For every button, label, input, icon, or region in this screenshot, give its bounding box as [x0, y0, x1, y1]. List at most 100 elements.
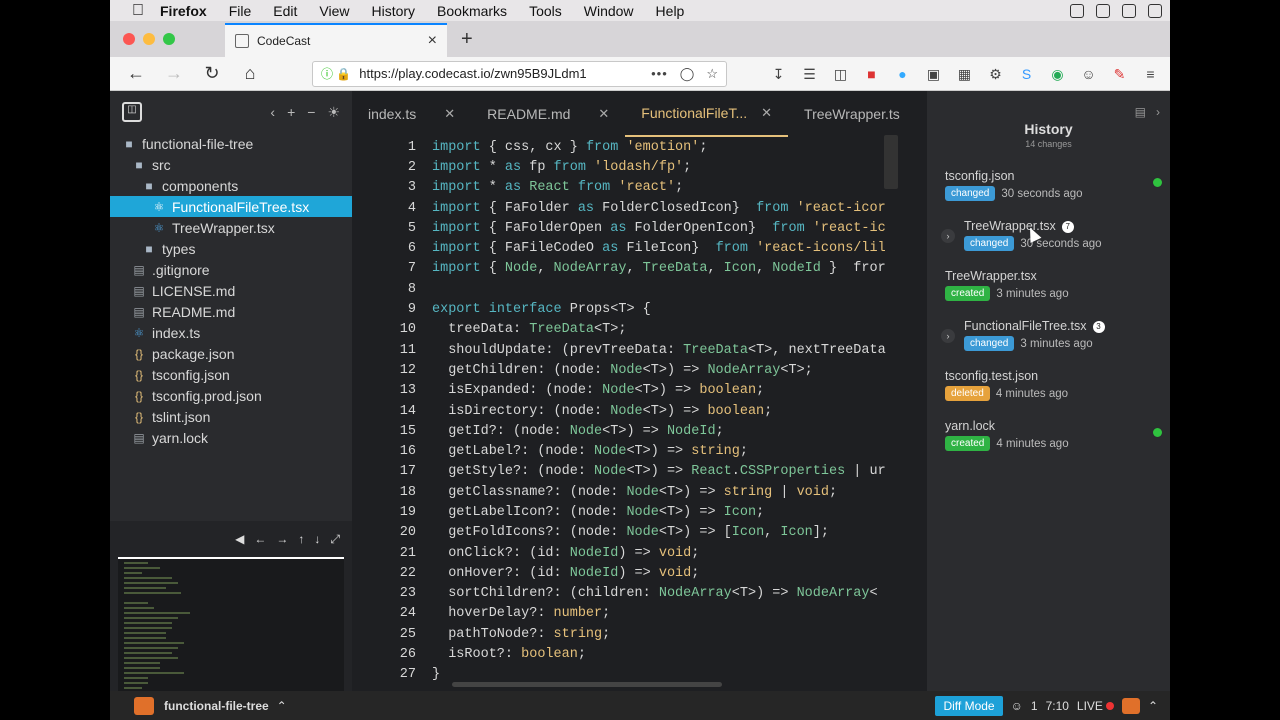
code-line[interactable]: 8	[352, 279, 900, 299]
code-line[interactable]: 21 onClick?: (id: NodeId) => void;	[352, 543, 900, 563]
hamburger-menu-icon[interactable]: ≡	[1141, 66, 1160, 82]
window-icon[interactable]	[1096, 3, 1110, 18]
menu-bookmarks[interactable]: Bookmarks	[437, 3, 507, 19]
theme-toggle-icon[interactable]: ☀	[327, 104, 340, 121]
code-line[interactable]: 12 getChildren: (node: Node<T>) => NodeA…	[352, 360, 900, 380]
home-icon[interactable]: ⌂	[238, 63, 262, 84]
page-actions-icon[interactable]: •••	[651, 66, 668, 81]
code-line[interactable]: 7 import { Node, NodeArray, TreeData, Ico…	[352, 259, 900, 279]
code-line[interactable]: 17 getStyle?: (node: Node<T>) => React.C…	[352, 462, 900, 482]
code-line[interactable]: 3 import * as React from 'react';	[352, 178, 900, 198]
collapse-icon[interactable]: ‹	[270, 104, 275, 121]
remove-file-icon[interactable]: −	[307, 104, 315, 121]
extension-blue-icon[interactable]: ●	[893, 66, 912, 82]
menu-edit[interactable]: Edit	[273, 3, 297, 19]
add-file-icon[interactable]: +	[287, 104, 295, 121]
expand-chevron-icon[interactable]: ›	[941, 229, 955, 243]
code-line[interactable]: 20 getFoldIcons?: (node: Node<T>) => [Ic…	[352, 523, 900, 543]
project-title[interactable]: functional-file-tree	[164, 699, 269, 713]
code-line[interactable]: 10 treeData: TreeData<T>;	[352, 320, 900, 340]
code-line[interactable]: 19 getLabelIcon?: (node: Node<T>) => Ico…	[352, 502, 900, 522]
file-tree-item[interactable]: ■ functional-file-tree	[110, 133, 352, 154]
record-icon[interactable]	[1070, 3, 1084, 18]
editor-tab-readme[interactable]: README.md ✕	[471, 91, 625, 137]
file-tree-item[interactable]: {} package.json	[110, 343, 352, 364]
chevron-right-icon[interactable]: ›	[1156, 105, 1160, 119]
file-tree-item[interactable]: ■ src	[110, 154, 352, 175]
close-tab-icon[interactable]: ✕	[444, 106, 455, 122]
pocket-icon[interactable]: ◯	[680, 66, 695, 82]
url-bar[interactable]: ⓘ 🔒 https://play.codecast.io/zwn95B9JLdm…	[312, 60, 727, 87]
back-icon[interactable]: ←	[124, 63, 148, 84]
vertical-scrollbar[interactable]	[884, 135, 898, 189]
horizontal-scrollbar[interactable]	[452, 682, 722, 687]
account-icon[interactable]: ☺	[1079, 66, 1098, 82]
arrow-left-icon[interactable]: ←	[254, 532, 266, 546]
code-line[interactable]: 15 getId?: (node: Node<T>) => NodeId;	[352, 421, 900, 441]
history-item[interactable]: › TreeWrapper.tsx 7 changed 30 seconds ago	[927, 201, 1170, 251]
code-line[interactable]: 16 getLabel?: (node: Node<T>) => string;	[352, 441, 900, 461]
menu-tools[interactable]: Tools	[529, 3, 562, 19]
minimize-window-icon[interactable]	[143, 33, 155, 45]
file-tree-item[interactable]: ▤ README.md	[110, 301, 352, 322]
forward-icon[interactable]: →	[162, 63, 186, 84]
code-line[interactable]: 1 import { css, cx } from 'emotion';	[352, 137, 900, 157]
code-line[interactable]: 24 hoverDelay?: number;	[352, 604, 900, 624]
apple-icon[interactable]: 	[130, 2, 146, 19]
close-tab-icon[interactable]: ✕	[598, 106, 609, 122]
reload-icon[interactable]: ↻	[200, 63, 224, 84]
code-line[interactable]: 25 pathToNode?: string;	[352, 624, 900, 644]
file-tree-item[interactable]: ■ types	[110, 238, 352, 259]
file-tree-item[interactable]: ⚛ index.ts	[110, 322, 352, 343]
video-preview-thumbnail[interactable]	[118, 557, 344, 694]
code-line[interactable]: 4 import { FaFolder as FolderClosedIcon} …	[352, 198, 900, 218]
new-tab-icon[interactable]: +	[461, 28, 473, 51]
extension-icon[interactable]	[1122, 3, 1136, 18]
code-line[interactable]: 14 isDirectory: (node: Node<T>) => boole…	[352, 401, 900, 421]
code-line[interactable]: 18 getClassname?: (node: Node<T>) => str…	[352, 482, 900, 502]
menu-file[interactable]: File	[229, 3, 252, 19]
code-line[interactable]: 13 isExpanded: (node: Node<T>) => boolea…	[352, 381, 900, 401]
mute-icon[interactable]: ◀	[235, 532, 244, 546]
code-line[interactable]: 26 isRoot?: boolean;	[352, 644, 900, 664]
menu-view[interactable]: View	[319, 3, 349, 19]
history-item[interactable]: › FunctionalFileTree.tsx 3 changed 3 minutes…	[927, 301, 1170, 351]
file-tree-item[interactable]: {} tsconfig.prod.json	[110, 385, 352, 406]
chevron-up-icon[interactable]: ⌃	[1148, 699, 1158, 713]
editor-tab-functionalfiletree[interactable]: FunctionalFileT... ✕	[625, 91, 789, 137]
bookmark-star-icon[interactable]: ☆	[706, 66, 718, 82]
editor-tab-index[interactable]: index.ts ✕	[352, 91, 471, 137]
file-tree-item[interactable]: ■ components	[110, 175, 352, 196]
code-line[interactable]: 6 import { FaFileCodeO as FileIcon} from …	[352, 238, 900, 258]
code-line[interactable]: 2 import * as fp from 'lodash/fp';	[352, 157, 900, 177]
close-tab-icon[interactable]: ✕	[761, 105, 772, 121]
history-item[interactable]: tsconfig.test.json deleted 4 minutes ago	[927, 351, 1170, 401]
extension-green-icon[interactable]: ◉	[1048, 66, 1067, 82]
code-line[interactable]: 5 import { FaFolderOpen as FolderOpenIcon…	[352, 218, 900, 238]
extension-grid-icon[interactable]: ▦	[955, 66, 974, 82]
expand-icon[interactable]: ⤢	[330, 532, 340, 547]
arrow-right-icon[interactable]: →	[276, 532, 288, 546]
download-icon[interactable]: ↧	[769, 66, 788, 82]
file-tree-item[interactable]: ▤ LICENSE.md	[110, 280, 352, 301]
extension-red-icon[interactable]: ✎	[1110, 66, 1129, 82]
extension-dark-icon[interactable]: ▣	[924, 66, 943, 82]
menu-help[interactable]: Help	[656, 3, 685, 19]
close-window-icon[interactable]	[123, 33, 135, 45]
file-tree-item[interactable]: ▤ yarn.lock	[110, 427, 352, 448]
code-line[interactable]: 23 sortChildren?: (children: NodeArray<T…	[352, 584, 900, 604]
screen-icon[interactable]	[1148, 3, 1162, 18]
code-line[interactable]: 22 onHover?: (id: NodeId) => void;	[352, 563, 900, 583]
menu-app-name[interactable]: Firefox	[160, 3, 207, 19]
arrow-down-icon[interactable]: ↓	[314, 532, 320, 546]
file-tree-item[interactable]: ⚛ TreeWrapper.tsx	[110, 217, 352, 238]
file-tree-item[interactable]: {} tsconfig.json	[110, 364, 352, 385]
close-tab-icon[interactable]: ×	[428, 32, 437, 50]
code-line[interactable]: 11 shouldUpdate: (prevTreeData: TreeData…	[352, 340, 900, 360]
extension-s-icon[interactable]: S	[1017, 66, 1036, 82]
history-item[interactable]: yarn.lock created 4 minutes ago	[927, 401, 1170, 451]
expand-chevron-icon[interactable]: ›	[941, 329, 955, 343]
library-icon[interactable]: ☰	[800, 66, 819, 82]
file-tree-item[interactable]: ▤ .gitignore	[110, 259, 352, 280]
arrow-up-icon[interactable]: ↑	[298, 532, 304, 546]
